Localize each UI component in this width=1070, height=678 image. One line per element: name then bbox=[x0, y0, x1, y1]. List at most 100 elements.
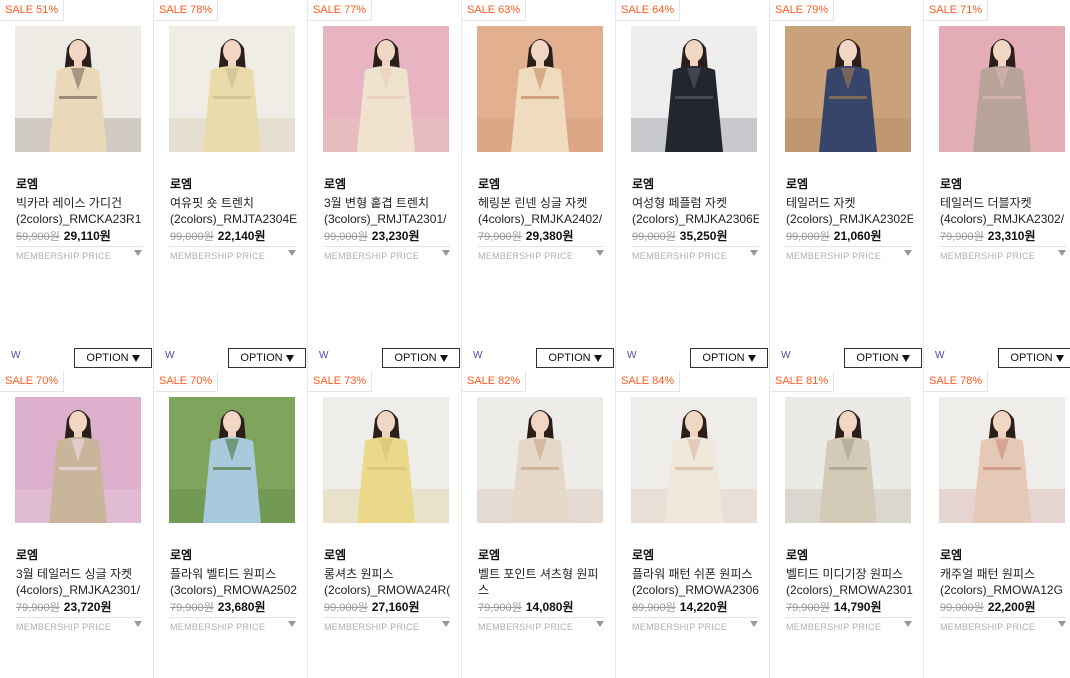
product-image[interactable] bbox=[477, 397, 603, 523]
product-card[interactable]: SALE 84% 로엠 플라워 패턴 쉬폰 원피스 (2colors)_RMOW… bbox=[616, 371, 770, 678]
product-image[interactable] bbox=[169, 26, 295, 152]
price-row: 99,000원 23,230원 bbox=[324, 227, 454, 244]
product-image[interactable] bbox=[477, 26, 603, 152]
product-image[interactable] bbox=[15, 26, 141, 152]
caret-down-icon bbox=[131, 354, 140, 362]
price-row: 79,900원 23,720원 bbox=[16, 598, 146, 615]
product-card[interactable]: SALE 79% 로엠 테일러드 자켓 (2colors)_RMJKA2302E… bbox=[770, 0, 924, 371]
option-label: OPTION bbox=[240, 352, 283, 364]
product-card[interactable]: SALE 77% 로엠 3월 변형 홑겹 트렌치 (3colors)_RMJTA… bbox=[308, 0, 462, 371]
product-name[interactable]: 3월 변형 홑겹 트렌치 (3colors)_RMJTA2301/ bbox=[324, 195, 451, 227]
product-name[interactable]: 플라워 패턴 쉬폰 원피스 (2colors)_RMOWA2306 bbox=[632, 566, 759, 598]
product-image[interactable] bbox=[323, 26, 449, 152]
membership-price-toggle[interactable]: MEMBERSHIP PRICE bbox=[786, 246, 912, 261]
brand-name[interactable]: 로엠 bbox=[786, 175, 808, 192]
membership-price-toggle[interactable]: MEMBERSHIP PRICE bbox=[940, 617, 1066, 632]
membership-price-toggle[interactable]: MEMBERSHIP PRICE bbox=[16, 617, 142, 632]
product-name-line2: (2colors)_RMOWA12G bbox=[940, 583, 1063, 597]
brand-name[interactable]: 로엠 bbox=[478, 175, 500, 192]
product-card[interactable]: SALE 70% 로엠 플라워 벨티드 원피스 (3colors)_RMOWA2… bbox=[154, 371, 308, 678]
brand-name[interactable]: 로엠 bbox=[170, 546, 192, 563]
product-name-line2: (2colors)_RMJTA2304E bbox=[170, 212, 297, 226]
sale-badge: SALE 81% bbox=[770, 371, 835, 392]
sale-badge: SALE 78% bbox=[924, 371, 989, 392]
sale-badge: SALE 70% bbox=[154, 371, 219, 392]
product-card[interactable]: SALE 78% 로엠 여유핏 숏 트렌치 (2colors)_RMJTA230… bbox=[154, 0, 308, 371]
model-photo bbox=[939, 397, 1065, 523]
option-button[interactable]: OPTION bbox=[998, 348, 1070, 368]
original-price: 99,000원 bbox=[324, 231, 368, 243]
option-button[interactable]: OPTION bbox=[228, 348, 306, 368]
product-card[interactable]: SALE 82% 로엠 벨트 포인트 셔츠형 원피 스 79,900원 14,08… bbox=[462, 371, 616, 678]
product-image[interactable] bbox=[785, 26, 911, 152]
product-name[interactable]: 플라워 벨티드 원피스 (3colors)_RMOWA2502 bbox=[170, 566, 297, 598]
product-image[interactable] bbox=[631, 26, 757, 152]
product-name[interactable]: 테일러드 자켓 (2colors)_RMJKA2302E bbox=[786, 195, 913, 227]
product-name[interactable]: 캐주얼 패턴 원피스 (2colors)_RMOWA12G bbox=[940, 566, 1067, 598]
product-card[interactable]: SALE 63% 로엠 헤링본 린넨 싱글 자켓 (4colors)_RMJKA… bbox=[462, 0, 616, 371]
product-name[interactable]: 벨티드 미디기장 원피스 (2colors)_RMOWA2301 bbox=[786, 566, 913, 598]
option-button[interactable]: OPTION bbox=[844, 348, 922, 368]
membership-price-toggle[interactable]: MEMBERSHIP PRICE bbox=[324, 617, 450, 632]
brand-name[interactable]: 로엠 bbox=[940, 175, 962, 192]
membership-price-toggle[interactable]: MEMBERSHIP PRICE bbox=[786, 617, 912, 632]
brand-name[interactable]: 로엠 bbox=[324, 546, 346, 563]
outfit-belt bbox=[367, 96, 405, 99]
model-face bbox=[69, 411, 87, 433]
membership-price-toggle[interactable]: MEMBERSHIP PRICE bbox=[324, 246, 450, 261]
brand-name[interactable]: 로엠 bbox=[170, 175, 192, 192]
product-card[interactable]: SALE 51% 로엠 빅카라 레이스 가디건 (2colors)_RMCKA2… bbox=[0, 0, 154, 371]
membership-price-toggle[interactable]: MEMBERSHIP PRICE bbox=[940, 246, 1066, 261]
membership-price-toggle[interactable]: MEMBERSHIP PRICE bbox=[478, 617, 604, 632]
product-card[interactable]: SALE 78% 로엠 캐주얼 패턴 원피스 (2colors)_RMOWA12… bbox=[924, 371, 1070, 678]
membership-price-toggle[interactable]: MEMBERSHIP PRICE bbox=[16, 246, 142, 261]
product-name[interactable]: 빅카라 레이스 가디건 (2colors)_RMCKA23R1 bbox=[16, 195, 143, 227]
price-row: 99,000원 22,200원 bbox=[940, 598, 1070, 615]
membership-price-toggle[interactable]: MEMBERSHIP PRICE bbox=[478, 246, 604, 261]
product-card[interactable]: SALE 81% 로엠 벨티드 미디기장 원피스 (2colors)_RMOWA… bbox=[770, 371, 924, 678]
brand-name[interactable]: 로엠 bbox=[940, 546, 962, 563]
product-name[interactable]: 3월 테일러드 싱글 자켓 (4colors)_RMJKA2301/ bbox=[16, 566, 143, 598]
membership-price-toggle[interactable]: MEMBERSHIP PRICE bbox=[170, 617, 296, 632]
membership-price-label: MEMBERSHIP PRICE bbox=[478, 622, 574, 632]
brand-name[interactable]: 로엠 bbox=[324, 175, 346, 192]
membership-price-label: MEMBERSHIP PRICE bbox=[786, 251, 882, 261]
product-card[interactable]: SALE 70% 로엠 3월 테일러드 싱글 자켓 (4colors)_RMJK… bbox=[0, 371, 154, 678]
brand-name[interactable]: 로엠 bbox=[16, 175, 38, 192]
sale-price: 29,380원 bbox=[525, 229, 574, 243]
product-name-line2: (3colors)_RMJTA2301/ bbox=[324, 212, 447, 226]
product-name[interactable]: 롱셔츠 원피스 (2colors)_RMOWA24R( bbox=[324, 566, 451, 598]
product-image[interactable] bbox=[169, 397, 295, 523]
product-image[interactable] bbox=[323, 397, 449, 523]
outfit-belt bbox=[213, 96, 251, 99]
product-image[interactable] bbox=[939, 397, 1065, 523]
brand-name[interactable]: 로엠 bbox=[16, 546, 38, 563]
product-card[interactable]: SALE 64% 로엠 여성형 페플럼 자켓 (2colors)_RMJKA23… bbox=[616, 0, 770, 371]
product-image[interactable] bbox=[785, 397, 911, 523]
product-image[interactable] bbox=[631, 397, 757, 523]
brand-name[interactable]: 로엠 bbox=[632, 546, 654, 563]
model-face bbox=[377, 411, 395, 433]
option-button[interactable]: OPTION bbox=[536, 348, 614, 368]
product-name[interactable]: 여유핏 숏 트렌치 (2colors)_RMJTA2304E bbox=[170, 195, 297, 227]
brand-name[interactable]: 로엠 bbox=[632, 175, 654, 192]
option-button[interactable]: OPTION bbox=[690, 348, 768, 368]
product-name[interactable]: 테일러드 더블자켓 (4colors)_RMJKA2302/ bbox=[940, 195, 1067, 227]
product-card[interactable]: SALE 71% 로엠 테일러드 더블자켓 (4colors)_RMJKA230… bbox=[924, 0, 1070, 371]
product-card[interactable]: SALE 73% 로엠 롱셔츠 원피스 (2colors)_RMOWA24R( … bbox=[308, 371, 462, 678]
membership-price-toggle[interactable]: MEMBERSHIP PRICE bbox=[632, 246, 758, 261]
membership-price-toggle[interactable]: MEMBERSHIP PRICE bbox=[170, 246, 296, 261]
product-name[interactable]: 여성형 페플럼 자켓 (2colors)_RMJKA2306E bbox=[632, 195, 759, 227]
option-label: OPTION bbox=[856, 352, 899, 364]
product-name[interactable]: 헤링본 린넨 싱글 자켓 (4colors)_RMJKA2402/ bbox=[478, 195, 605, 227]
original-price: 79,900원 bbox=[170, 602, 214, 614]
product-image[interactable] bbox=[15, 397, 141, 523]
option-button[interactable]: OPTION bbox=[382, 348, 460, 368]
sale-price: 23,230원 bbox=[371, 229, 420, 243]
brand-name[interactable]: 로엠 bbox=[478, 546, 500, 563]
product-image[interactable] bbox=[939, 26, 1065, 152]
membership-price-toggle[interactable]: MEMBERSHIP PRICE bbox=[632, 617, 758, 632]
brand-name[interactable]: 로엠 bbox=[786, 546, 808, 563]
product-name[interactable]: 벨트 포인트 셔츠형 원피 스 bbox=[478, 566, 605, 598]
option-button[interactable]: OPTION bbox=[74, 348, 152, 368]
